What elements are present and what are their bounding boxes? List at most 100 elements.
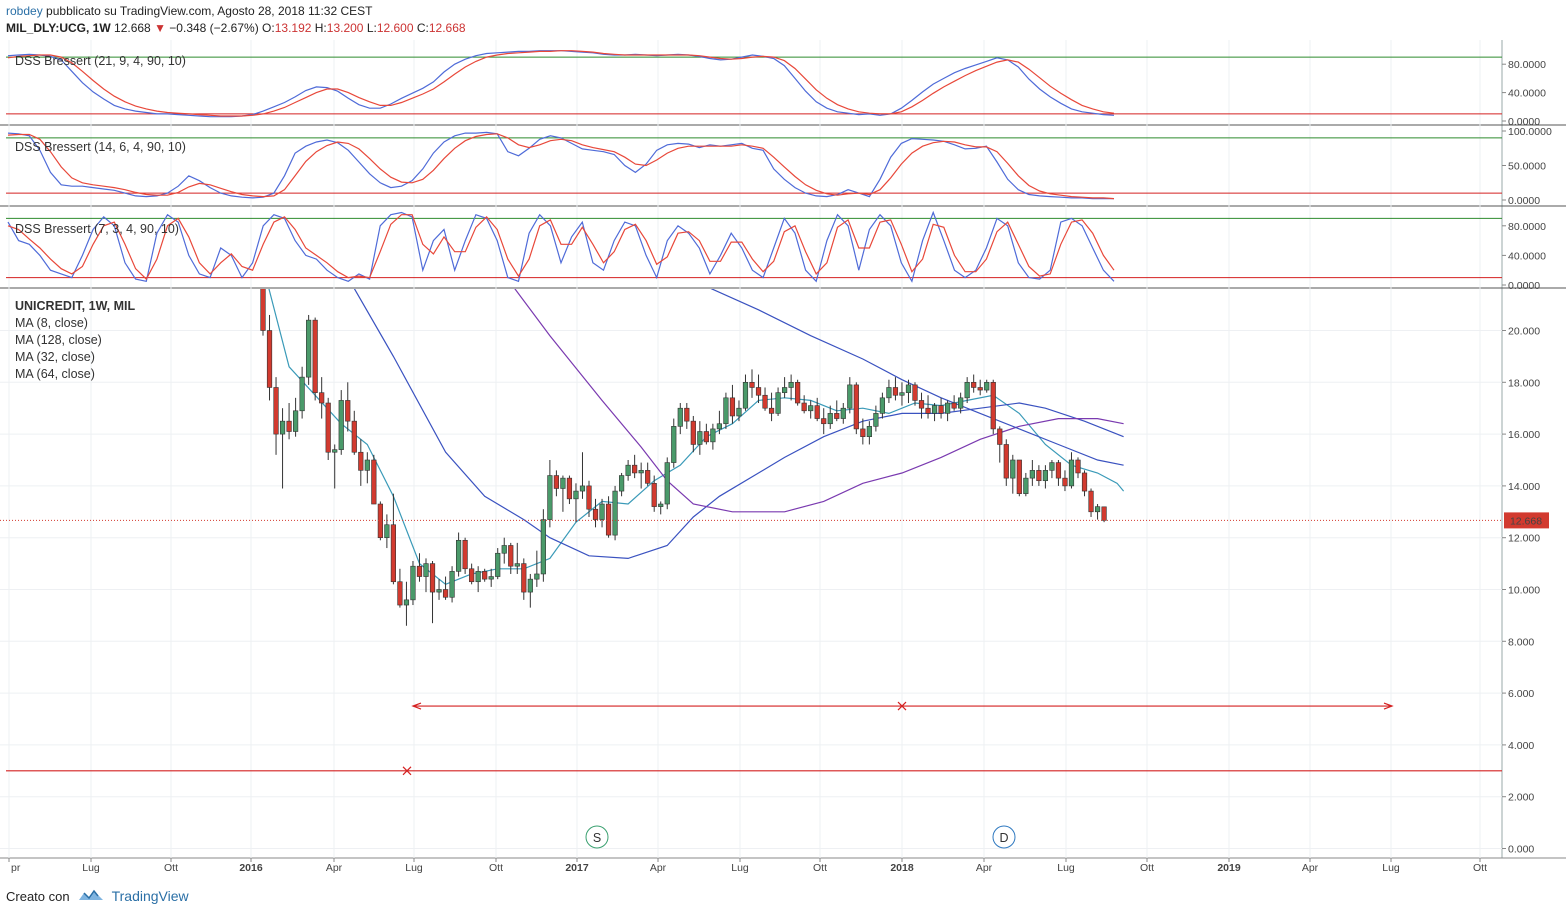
candle (1094, 504, 1101, 520)
candle (755, 374, 762, 404)
high-value: 13.200 (326, 21, 364, 35)
candle (1023, 472, 1029, 497)
candle (501, 537, 507, 564)
candle (677, 403, 683, 435)
candle (658, 501, 664, 515)
low-label: L: (366, 21, 377, 35)
candle (1049, 460, 1055, 479)
candle (1036, 465, 1042, 486)
low-value: 12.600 (376, 21, 414, 35)
x-tick-label: Apr (1302, 862, 1319, 874)
candle (951, 395, 957, 411)
candle (469, 563, 475, 585)
candle (736, 400, 742, 422)
candle (638, 462, 644, 489)
candle (795, 379, 801, 406)
split-marker[interactable]: S (585, 825, 609, 849)
y-tick-label: 18.000 (1508, 377, 1540, 389)
tradingview-brand[interactable]: TradingView (112, 888, 189, 904)
candle (723, 392, 729, 429)
candle (1042, 465, 1048, 489)
y-tick-label: 16.000 (1508, 429, 1540, 441)
candle (632, 454, 638, 479)
candle (645, 462, 651, 486)
candle (521, 558, 527, 600)
x-tick-label: 2018 (890, 862, 914, 874)
candle (873, 405, 879, 432)
candle (997, 426, 1003, 463)
y-tick-label: 100.0000 (1508, 126, 1552, 138)
dss-title-1: DSS Bressert (21, 9, 4, 90, 10) (15, 54, 186, 68)
candle (821, 408, 827, 435)
candle (710, 423, 716, 450)
candle (566, 475, 573, 505)
candle (351, 410, 357, 455)
candle (1055, 460, 1062, 486)
down-arrow-icon: ▼ (154, 21, 166, 35)
candle (573, 483, 579, 523)
candle (371, 454, 377, 505)
candle (547, 460, 553, 528)
x-tick-label: 2016 (239, 862, 263, 874)
x-tick-label: Ott (813, 862, 827, 874)
candle (260, 289, 266, 336)
candle (671, 418, 677, 468)
candle (690, 415, 696, 453)
x-tick-label: Ott (1473, 862, 1487, 874)
candle (814, 397, 820, 422)
candle (651, 475, 657, 512)
candle (364, 452, 370, 484)
candle (345, 382, 351, 432)
y-tick-label: 6.000 (1508, 688, 1534, 700)
ma-line (710, 289, 1124, 466)
chart-header: robdey pubblicato su TradingView.com, Ag… (6, 3, 466, 37)
candle (1016, 459, 1022, 497)
ma-legend-item: MA (32, close) (15, 350, 95, 364)
ma-line (514, 289, 1124, 513)
ma-legend-item: MA (64, close) (15, 367, 95, 381)
author-link[interactable]: robdey (6, 4, 43, 18)
candle (1029, 460, 1035, 486)
split-marker-label: S (593, 831, 601, 845)
candle (971, 374, 977, 393)
candle (788, 374, 794, 401)
publish-line: robdey pubblicato su TradingView.com, Ag… (6, 3, 466, 20)
y-tick-label: 4.000 (1508, 740, 1534, 752)
candle (1062, 470, 1068, 492)
candle (931, 403, 938, 422)
candle (1068, 452, 1075, 489)
change-value: −0.348 (−2.67%) (169, 21, 259, 35)
candle (944, 400, 951, 422)
x-tick-label: Ott (489, 862, 503, 874)
candle (990, 379, 996, 435)
dividend-marker[interactable]: D (992, 825, 1016, 849)
dividend-marker-label: D (999, 831, 1008, 845)
y-tick-label: 40.0000 (1508, 250, 1546, 262)
candle (768, 392, 775, 422)
x-tick-label: 2017 (565, 862, 589, 874)
ma-legend-item: MA (8, close) (15, 316, 88, 330)
high-label: H: (314, 21, 327, 35)
chart-canvas[interactable]: DSS Bressert (21, 9, 4, 90, 10) 80.0000 40… (0, 40, 1566, 882)
candle (397, 568, 403, 608)
dss-pane-1: DSS Bressert (21, 9, 4, 90, 10) 80.0000 40… (6, 50, 1546, 128)
candle (749, 369, 755, 398)
candle (899, 382, 905, 406)
candle (918, 392, 925, 419)
candle (325, 397, 331, 460)
candle (455, 532, 462, 577)
candle (853, 382, 859, 435)
x-tick-label: Lug (405, 862, 423, 874)
candle (338, 390, 344, 455)
x-tick-label: 2019 (1217, 862, 1241, 874)
candle (1003, 439, 1009, 486)
candle (553, 470, 559, 497)
candle (534, 550, 540, 587)
y-tick-label: 10.000 (1508, 585, 1540, 597)
x-tick-label: Lug (1057, 862, 1075, 874)
x-tick-label: Apr (326, 862, 343, 874)
candle (684, 403, 690, 429)
dss-title-2: DSS Bressert (14, 6, 4, 90, 10) (15, 140, 186, 154)
y-tick-label: 2.000 (1508, 792, 1534, 804)
candle (775, 387, 781, 416)
